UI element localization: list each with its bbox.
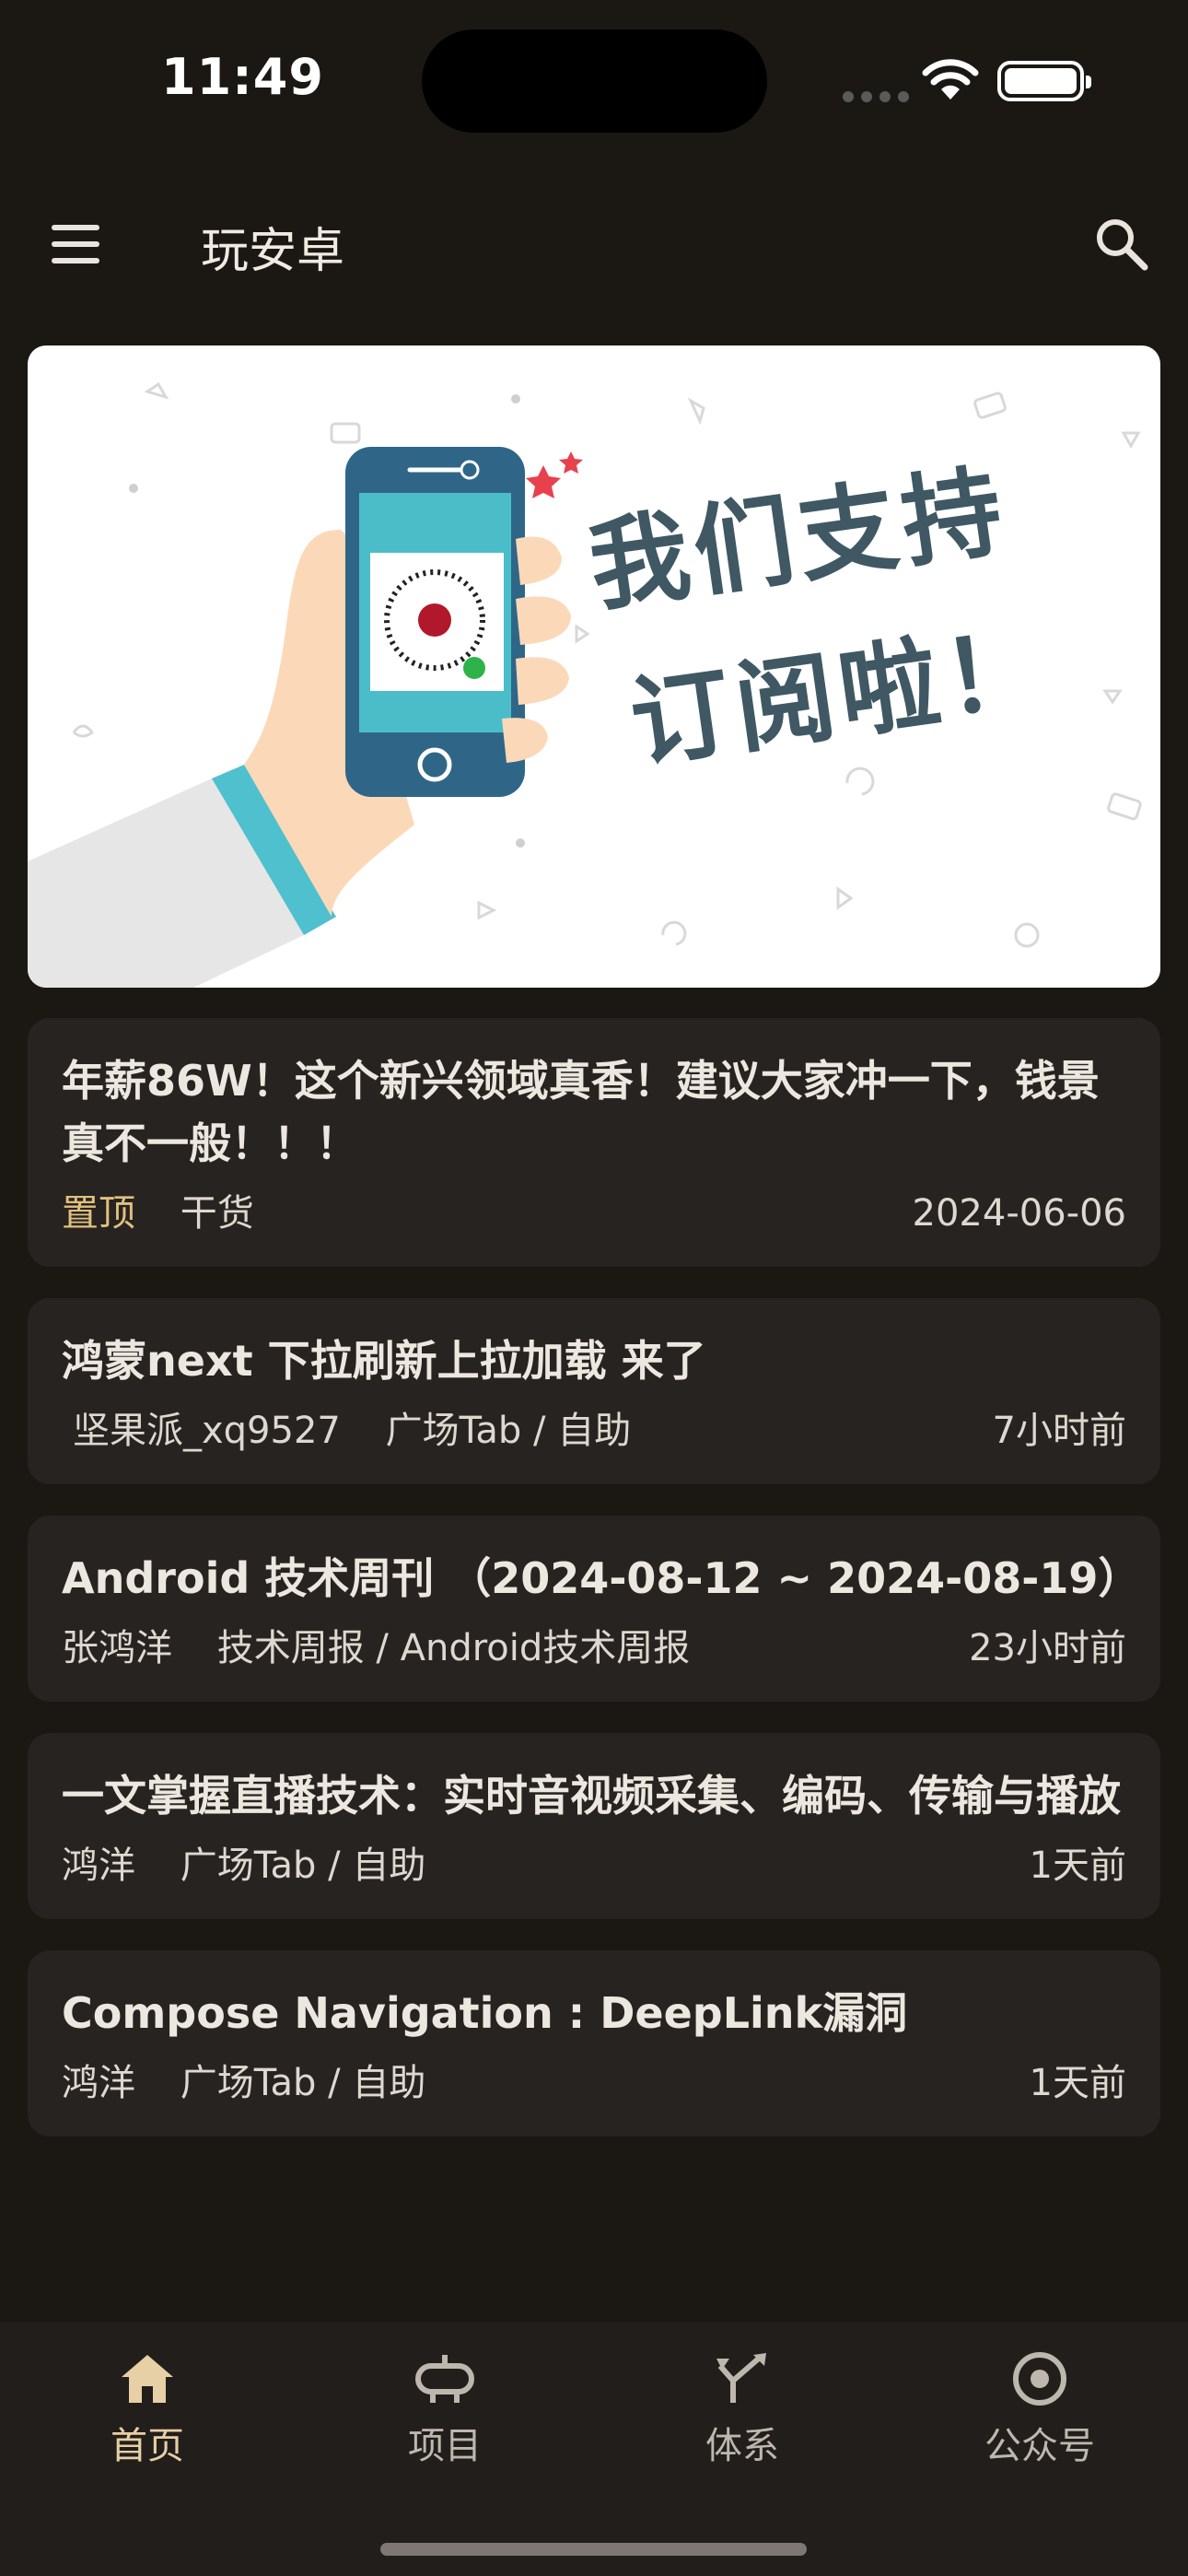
article-category[interactable]: 广场Tab / 自助 [386,1405,632,1457]
article-card[interactable]: 一文掌握直播技术：实时音视频采集、编码、传输与播放 鸿洋 广场Tab / 自助 … [28,1733,1160,1919]
app-title: 玩安卓 [201,224,345,279]
article-card[interactable]: Android 技术周刊 （2024-08-12 ~ 2024-08-19） 张… [28,1516,1160,1702]
article-meta: 鸿洋 广场Tab / 自助 1天前 [62,1840,1126,1891]
tab-system[interactable]: 体系 [650,2349,834,2488]
article-date: 1天前 [1029,1844,1126,1887]
status-bar: 11:49 [0,0,1188,166]
battery-icon [997,61,1091,101]
article-card[interactable]: Compose Navigation : DeepLink漏洞 鸿洋 广场Tab… [28,1950,1160,2137]
article-card[interactable]: 鸿蒙next 下拉刷新上拉加载 来了 坚果派_xq9527 广场Tab / 自助… [28,1298,1160,1484]
tab-label: 首页 [111,2425,184,2467]
tab-label: 项目 [408,2425,482,2467]
article-category[interactable]: 广场Tab / 自助 [181,1840,426,1891]
official-account-icon [1013,2352,1066,2406]
article-author[interactable]: 坚果派_xq9527 [73,1405,341,1457]
wifi-icon [922,59,979,100]
article-author[interactable]: 鸿洋 [62,2057,135,2109]
article-title: Android 技术周刊 （2024-08-12 ~ 2024-08-19） [62,1553,1141,1603]
article-card[interactable]: 年薪86W！这个新兴领域真香！建议大家冲一下，钱景真不一般！！！ 置顶 干货 2… [28,1018,1160,1267]
project-icon [415,2355,474,2403]
tab-label: 公众号 [984,2425,1095,2467]
article-date: 2024-06-06 [912,1192,1126,1235]
article-date: 7小时前 [992,1410,1126,1452]
article-meta: 置顶 干货 2024-06-06 [62,1188,1126,1239]
status-time: 11:49 [161,48,324,106]
search-icon[interactable] [1089,212,1154,276]
tab-project[interactable]: 项目 [353,2349,537,2488]
tab-official-account[interactable]: 公众号 [948,2349,1132,2488]
article-meta: 鸿洋 广场Tab / 自助 1天前 [62,2057,1126,2109]
pinned-tag: 置顶 [62,1192,135,1235]
article-title: 一文掌握直播技术：实时音视频采集、编码、传输与播放 [62,1771,1121,1821]
article-date: 1天前 [1029,2062,1126,2104]
article-category[interactable]: 技术周报 / Android技术周报 [217,1622,691,1674]
tab-home[interactable]: 首页 [55,2349,239,2488]
article-author[interactable]: 张鸿洋 [62,1622,172,1674]
app-bar: 玩安卓 [0,184,1188,304]
bottom-navigation: 首页 项目 体系 公众号 [0,2322,1188,2576]
article-date: 23小时前 [969,1627,1126,1669]
article-title: Compose Navigation : DeepLink漏洞 [62,1988,908,2038]
article-meta: 坚果派_xq9527 广场Tab / 自助 7小时前 [62,1405,1126,1457]
article-author[interactable]: 鸿洋 [62,1840,135,1891]
home-icon [122,2355,173,2403]
menu-icon[interactable] [48,221,103,267]
tab-label: 体系 [705,2425,779,2467]
system-icon [716,2353,766,2403]
home-indicator[interactable] [380,2543,807,2556]
article-category[interactable]: 干货 [181,1188,254,1239]
cellular-signal-icon [843,88,916,102]
article-list: 年薪86W！这个新兴领域真香！建议大家冲一下，钱景真不一般！！！ 置顶 干货 2… [28,1018,1160,2322]
article-meta: 张鸿洋 技术周报 / Android技术周报 23小时前 [62,1622,1126,1674]
article-title: 鸿蒙next 下拉刷新上拉加载 来了 [62,1336,706,1386]
article-category[interactable]: 广场Tab / 自助 [181,2057,426,2109]
article-title: 年薪86W！这个新兴领域真香！建议大家冲一下，钱景真不一般！！！ [62,1056,1100,1168]
dynamic-island [422,29,767,133]
banner-carousel[interactable]: 我们支持 订阅啦！ [28,345,1160,988]
